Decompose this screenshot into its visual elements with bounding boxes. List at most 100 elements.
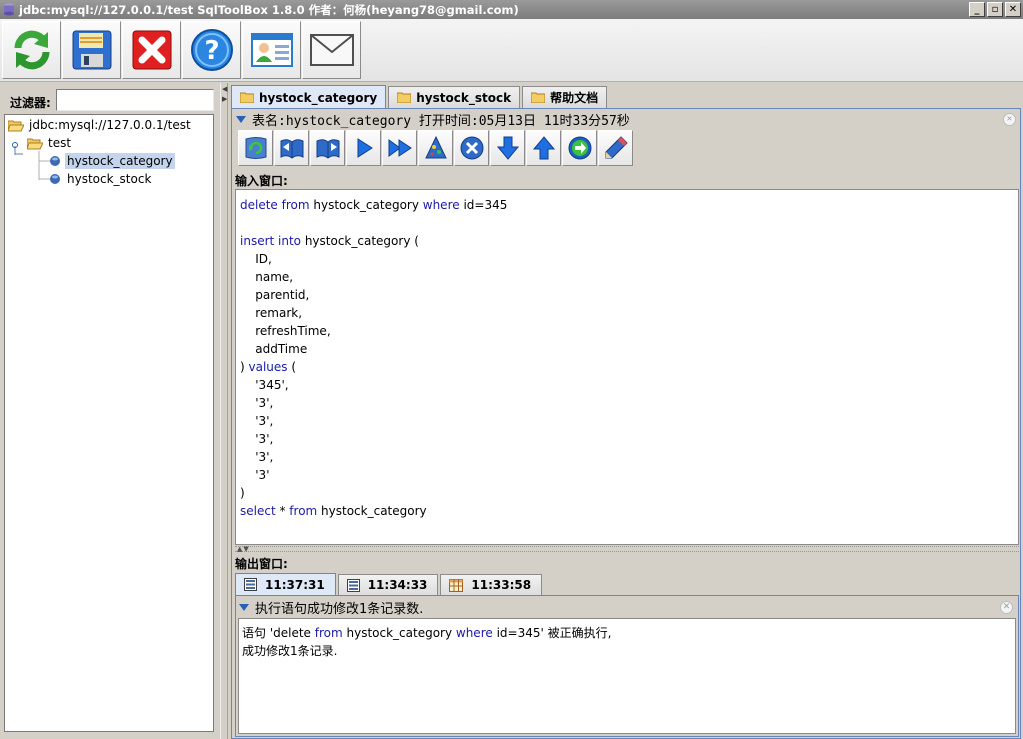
open-folder-icon	[27, 138, 43, 149]
output-tab-label: 11:37:31	[265, 577, 325, 592]
fast-forward-icon	[388, 139, 412, 157]
execute-all-button[interactable]	[382, 130, 417, 166]
sql-keyword: where	[455, 626, 493, 640]
book-left-icon	[280, 139, 303, 159]
input-window-label: 输入窗口:	[235, 174, 288, 188]
sql-text: '3',	[240, 432, 274, 446]
sql-action-bar	[238, 130, 634, 168]
sql-text: hystock_category	[317, 504, 427, 518]
db-tree: jdbc:mysql://127.0.0.1/test test hystock…	[4, 114, 214, 732]
tree-table-hystock-category[interactable]: hystock_category	[49, 152, 175, 170]
arrow-down-icon	[496, 136, 519, 160]
sql-text: 语句 'delete	[242, 626, 315, 640]
tab-hystock-category[interactable]: hystock_category	[231, 85, 387, 109]
sql-line: ) values (	[240, 358, 1018, 376]
tab-label: hystock_stock	[416, 90, 512, 105]
close-panel-icon[interactable]: ✕	[1003, 112, 1016, 126]
sql-text: (	[287, 360, 297, 374]
close-output-icon[interactable]: ✕	[1000, 600, 1013, 614]
expand-right-icon[interactable]: ▶	[222, 96, 227, 103]
close-button[interactable]	[122, 21, 181, 79]
collapse-triangle-icon[interactable]	[236, 115, 246, 123]
split-arrows-icon[interactable]: ▲▼	[237, 545, 250, 553]
stop-circle-icon	[460, 136, 483, 160]
contact-button[interactable]	[242, 21, 301, 79]
contact-card-icon	[250, 33, 293, 67]
sql-line: refreshTime,	[240, 322, 1018, 340]
output-tab-2[interactable]: 11:34:33	[337, 574, 439, 595]
save-button[interactable]	[62, 21, 121, 79]
sql-line: '345',	[240, 376, 1018, 394]
execute-button[interactable]	[346, 130, 381, 166]
sql-keyword: insert into	[240, 234, 302, 248]
tree-table-label: hystock_category	[65, 153, 175, 169]
sql-text: name,	[240, 270, 294, 284]
filter-input[interactable]	[56, 89, 214, 111]
sql-keyword: where	[422, 198, 460, 212]
panel-splitter[interactable]: ◀ ▶	[220, 83, 228, 739]
sql-text: )	[240, 360, 249, 374]
go-button[interactable]	[562, 130, 597, 166]
edit-button[interactable]	[598, 130, 633, 166]
output-tab-label: 11:33:58	[471, 578, 532, 592]
go-arrow-icon	[568, 136, 591, 160]
sql-text: parentid,	[240, 288, 310, 302]
svg-text:?: ?	[204, 36, 219, 66]
window-title: jdbc:mysql://127.0.0.1/test SqlToolBox 1…	[19, 2, 519, 17]
close-window-button[interactable]: ✕	[1005, 2, 1021, 17]
sql-text: remark,	[240, 306, 303, 320]
sql-keyword: from	[314, 626, 343, 640]
move-down-button[interactable]	[490, 130, 525, 166]
output-tab-3[interactable]: 11:33:58	[440, 574, 543, 595]
expand-toggle-icon[interactable]	[11, 139, 19, 148]
tree-schema-label: test	[48, 136, 72, 150]
sql-line: parentid,	[240, 286, 1018, 304]
tree-schema-test[interactable]: test	[11, 134, 73, 152]
tree-root-label: jdbc:mysql://127.0.0.1/test	[29, 118, 191, 132]
envelope-icon	[309, 34, 354, 66]
output-text: 语句 'delete from hystock_category where i…	[238, 618, 1016, 734]
sql-keyword: values	[248, 360, 288, 374]
table-info-text: 表名:hystock_category 打开时间:05月13日 11时33分57…	[252, 113, 630, 129]
split-divider[interactable]: ▲▼	[235, 545, 1019, 553]
table-info-header[interactable]: 表名:hystock_category 打开时间:05月13日 11时33分57…	[234, 109, 1018, 129]
output-tab-label: 11:34:33	[367, 578, 428, 592]
sql-input-editor[interactable]: delete from hystock_category where id=34…	[235, 189, 1019, 545]
sql-text: addTime	[240, 342, 308, 356]
maximize-button[interactable]: ▫	[987, 2, 1003, 17]
sql-text: ID,	[240, 252, 272, 266]
wizard-button[interactable]	[418, 130, 453, 166]
open-book-button[interactable]	[274, 130, 309, 166]
refresh-button[interactable]	[2, 21, 61, 79]
output-line: 成功修改1条记录.	[242, 642, 1015, 660]
red-x-icon	[132, 30, 171, 70]
reload-page-icon	[245, 137, 266, 159]
sql-text: id=345' 被正确执行,	[492, 626, 612, 640]
sql-text: 成功修改1条记录.	[242, 644, 338, 658]
email-button[interactable]	[302, 21, 361, 79]
collapse-triangle-icon[interactable]	[239, 603, 249, 611]
reload-button[interactable]	[238, 130, 273, 166]
sql-text: '3',	[240, 450, 274, 464]
sql-text: hystock_category (	[301, 234, 419, 248]
sql-text: refreshTime,	[240, 324, 331, 338]
minimize-button[interactable]: _	[969, 2, 985, 17]
table-tabs: hystock_category hystock_stock 帮助文档	[231, 85, 609, 109]
tree-root[interactable]: jdbc:mysql://127.0.0.1/test	[8, 116, 193, 134]
stop-button[interactable]	[454, 130, 489, 166]
tab-hystock-stock[interactable]: hystock_stock	[388, 86, 521, 108]
tree-table-hystock-stock[interactable]: hystock_stock	[49, 170, 153, 188]
sql-text: hystock_category	[309, 198, 423, 212]
sql-line: name,	[240, 268, 1018, 286]
collapse-left-icon[interactable]: ◀	[222, 86, 227, 93]
sql-text: *	[275, 504, 290, 518]
database-icon	[4, 3, 14, 16]
folder-icon	[531, 92, 546, 103]
move-up-button[interactable]	[526, 130, 561, 166]
sql-line: ID,	[240, 250, 1018, 268]
output-tab-1[interactable]: 11:37:31	[235, 573, 336, 595]
output-result-header[interactable]: 执行语句成功修改1条记录数. ✕	[237, 597, 1015, 617]
help-button[interactable]: ?	[182, 21, 241, 79]
tab-help-docs[interactable]: 帮助文档	[522, 86, 608, 108]
open-book-right-button[interactable]	[310, 130, 345, 166]
